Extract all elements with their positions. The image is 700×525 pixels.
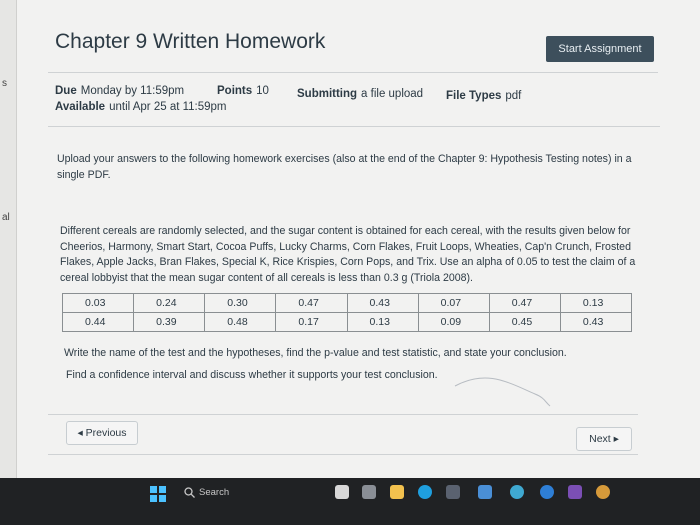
points-label: Points	[217, 85, 253, 97]
table-cell: 0.47	[275, 293, 348, 313]
app-icon-blue[interactable]	[540, 485, 554, 499]
bottom-divider	[48, 454, 638, 455]
table-cell: 0.13	[559, 293, 633, 313]
table-row: 0.44 0.39 0.48 0.17 0.13 0.09 0.45 0.43	[61, 312, 633, 332]
table-cell: 0.30	[204, 293, 277, 313]
due-value: Monday by 11:59pm	[80, 85, 185, 97]
next-button[interactable]: Next ▸	[576, 427, 632, 451]
submitting-meta: Submitting a file upload	[297, 88, 423, 100]
due-meta: Due Monday by 11:59pm	[55, 85, 184, 97]
problem-text: Different cereals are randomly selected,…	[60, 225, 636, 284]
table-cell: 0.17	[275, 312, 348, 332]
taskview-icon[interactable]	[335, 485, 349, 499]
instructions-text: Upload your answers to the following hom…	[57, 153, 632, 181]
page-title: Chapter 9 Written Homework	[55, 30, 326, 53]
table-cell: 0.07	[417, 293, 490, 313]
header-divider	[48, 72, 658, 73]
taskbar-search[interactable]: Search	[178, 483, 298, 503]
table-cell: 0.43	[346, 293, 419, 313]
windows-start-icon[interactable]	[150, 486, 166, 502]
question-2-text: Find a confidence interval and discuss w…	[66, 369, 438, 381]
table-cell: 0.13	[346, 312, 419, 332]
mail-icon[interactable]	[478, 485, 492, 499]
widgets-icon[interactable]	[362, 485, 376, 499]
search-icon	[184, 487, 195, 498]
table-cell: 0.43	[559, 312, 633, 332]
table-cell: 0.03	[61, 293, 135, 313]
points-value: 10	[256, 85, 269, 97]
available-label: Available	[55, 101, 106, 113]
left-sidebar-rail: s al	[0, 0, 17, 478]
rail-mark-1: s	[2, 78, 7, 89]
table-cell: 0.48	[204, 312, 277, 332]
question-1-text: Write the name of the test and the hypot…	[64, 347, 567, 359]
file-explorer-icon[interactable]	[390, 485, 404, 499]
due-label: Due	[55, 85, 77, 97]
edge-browser-icon[interactable]	[418, 485, 432, 499]
handwriting-squiggle	[454, 377, 551, 407]
table-cell: 0.45	[488, 312, 561, 332]
filetypes-value: pdf	[505, 90, 522, 102]
table-cell: 0.39	[133, 312, 206, 332]
table-cell: 0.47	[488, 293, 561, 313]
submitting-label: Submitting	[297, 88, 358, 100]
previous-button[interactable]: ◂ Previous	[66, 421, 138, 445]
available-value: until Apr 25 at 11:59pm	[109, 101, 227, 113]
table-row: 0.03 0.24 0.30 0.47 0.43 0.07 0.47 0.13	[61, 293, 633, 313]
filetypes-label: File Types	[446, 90, 502, 102]
calendar-icon[interactable]	[446, 485, 460, 499]
chrome-icon[interactable]	[510, 485, 524, 499]
points-meta: Points 10	[217, 85, 269, 97]
search-placeholder: Search	[199, 487, 230, 498]
windows-taskbar	[0, 478, 700, 525]
rail-mark-2: al	[2, 212, 10, 223]
start-assignment-button[interactable]: Start Assignment	[546, 36, 654, 62]
available-meta: Available until Apr 25 at 11:59pm	[55, 101, 227, 113]
sugar-content-table: 0.03 0.24 0.30 0.47 0.43 0.07 0.47 0.13 0.44 0.39…	[61, 293, 633, 332]
app-icon-purple[interactable]	[568, 485, 582, 499]
app-icon-orange[interactable]	[596, 485, 610, 499]
submitting-value: a file upload	[361, 88, 424, 100]
table-cell: 0.44	[61, 312, 135, 332]
browser-page: s al Chapter 9 Written Homework Start As…	[0, 0, 700, 478]
table-cell: 0.24	[133, 293, 206, 313]
meta-divider	[48, 126, 660, 127]
table-cell: 0.09	[417, 312, 490, 332]
filetypes-meta: File Types pdf	[446, 90, 521, 102]
footer-divider	[48, 414, 638, 415]
